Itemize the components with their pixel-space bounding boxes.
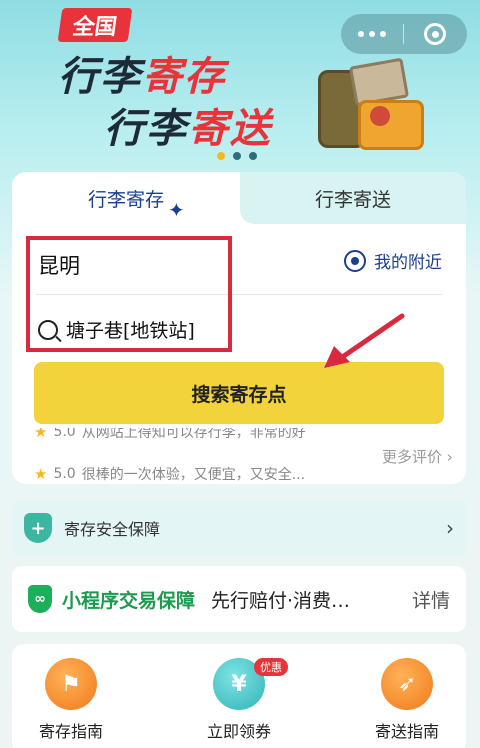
review-score: 5.0 [53, 428, 76, 440]
more-options-icon[interactable] [341, 31, 403, 37]
shortcut-get-coupon[interactable]: ¥ 优惠 立即领券 [184, 658, 294, 742]
banner-text-highlight: 寄存 [142, 54, 226, 100]
green-shield-icon: ∞ [28, 585, 52, 613]
service-tabs: 行李寄存 行李寄送 ✦ [12, 172, 466, 224]
banner-headline-1: 行李寄存 [58, 44, 226, 102]
nearby-button[interactable]: 我的附近 [344, 248, 442, 273]
storage-safety-bar[interactable]: + 寄存安全保障 › [12, 500, 466, 556]
signpost-icon: ⚑ [45, 658, 97, 710]
shortcut-panel: ⚑ 寄存指南 ¥ 优惠 立即领券 ➶ 寄送指南 [12, 644, 466, 748]
banner-headline-2: 行李寄送 [104, 96, 272, 154]
miniprogram-capsule [341, 14, 467, 54]
annotation-arrow [324, 313, 405, 368]
chevron-right-icon: › [446, 516, 454, 540]
reviews-ticker[interactable]: ★ 5.0 从网站上得知可以存行李，非常的好 ★ 5.0 很棒的一次体验，又便宜… [34, 428, 454, 484]
tab-luggage-storage[interactable]: 行李寄存 [12, 172, 240, 224]
locate-icon [344, 249, 366, 272]
banner-tag: 全国 [57, 8, 133, 42]
guarantee-title: 小程序交易保障 [62, 589, 196, 612]
shield-plus-icon: + [24, 513, 52, 543]
discount-badge: 优惠 [254, 658, 288, 676]
carousel-dot [249, 152, 257, 160]
star-icon: ★ [34, 465, 48, 483]
guarantee-detail-link[interactable]: 详情 [412, 586, 450, 613]
shortcut-delivery-guide[interactable]: ➶ 寄送指南 [352, 658, 462, 742]
suitcase-illustration [310, 40, 430, 150]
shortcut-label: 立即领券 [206, 722, 271, 741]
more-reviews-label: 更多评价 [382, 448, 443, 466]
shortcut-storage-guide[interactable]: ⚑ 寄存指南 [16, 658, 126, 742]
tab-luggage-delivery[interactable]: 行李寄送 [240, 172, 466, 224]
annotation-highlight-box [26, 236, 232, 352]
more-reviews-link[interactable]: 更多评价 › [382, 446, 453, 467]
nearby-label: 我的附近 [374, 253, 442, 273]
carousel-dot [233, 152, 241, 160]
review-text: 从网站上得知可以存行李，非常的好 [81, 428, 306, 441]
safety-label: 寄存安全保障 [64, 520, 161, 539]
banner-text: 行李 [104, 106, 188, 152]
star-icon: ★ [34, 428, 48, 441]
review-score: 5.0 [53, 466, 76, 482]
sparkle-icon: ✦ [168, 198, 185, 222]
compass-icon: ➶ [381, 658, 433, 710]
carousel-dots [217, 152, 257, 160]
close-miniprogram-icon[interactable] [404, 23, 466, 45]
review-item: ★ 5.0 很棒的一次体验，又便宜，又安全... [34, 464, 305, 484]
transaction-guarantee-bar[interactable]: ∞ 小程序交易保障 先行赔付·消费… 详情 [12, 566, 466, 632]
review-item: ★ 5.0 从网站上得知可以存行李，非常的好 [34, 428, 306, 442]
guarantee-description: 先行赔付·消费… [211, 589, 351, 612]
banner-text-highlight: 寄送 [188, 106, 272, 152]
banner-text: 行李 [58, 54, 142, 100]
carousel-dot [217, 152, 225, 160]
review-text: 很棒的一次体验，又便宜，又安全... [81, 467, 306, 483]
shortcut-label: 寄存指南 [38, 722, 103, 741]
shortcut-label: 寄送指南 [374, 722, 439, 741]
